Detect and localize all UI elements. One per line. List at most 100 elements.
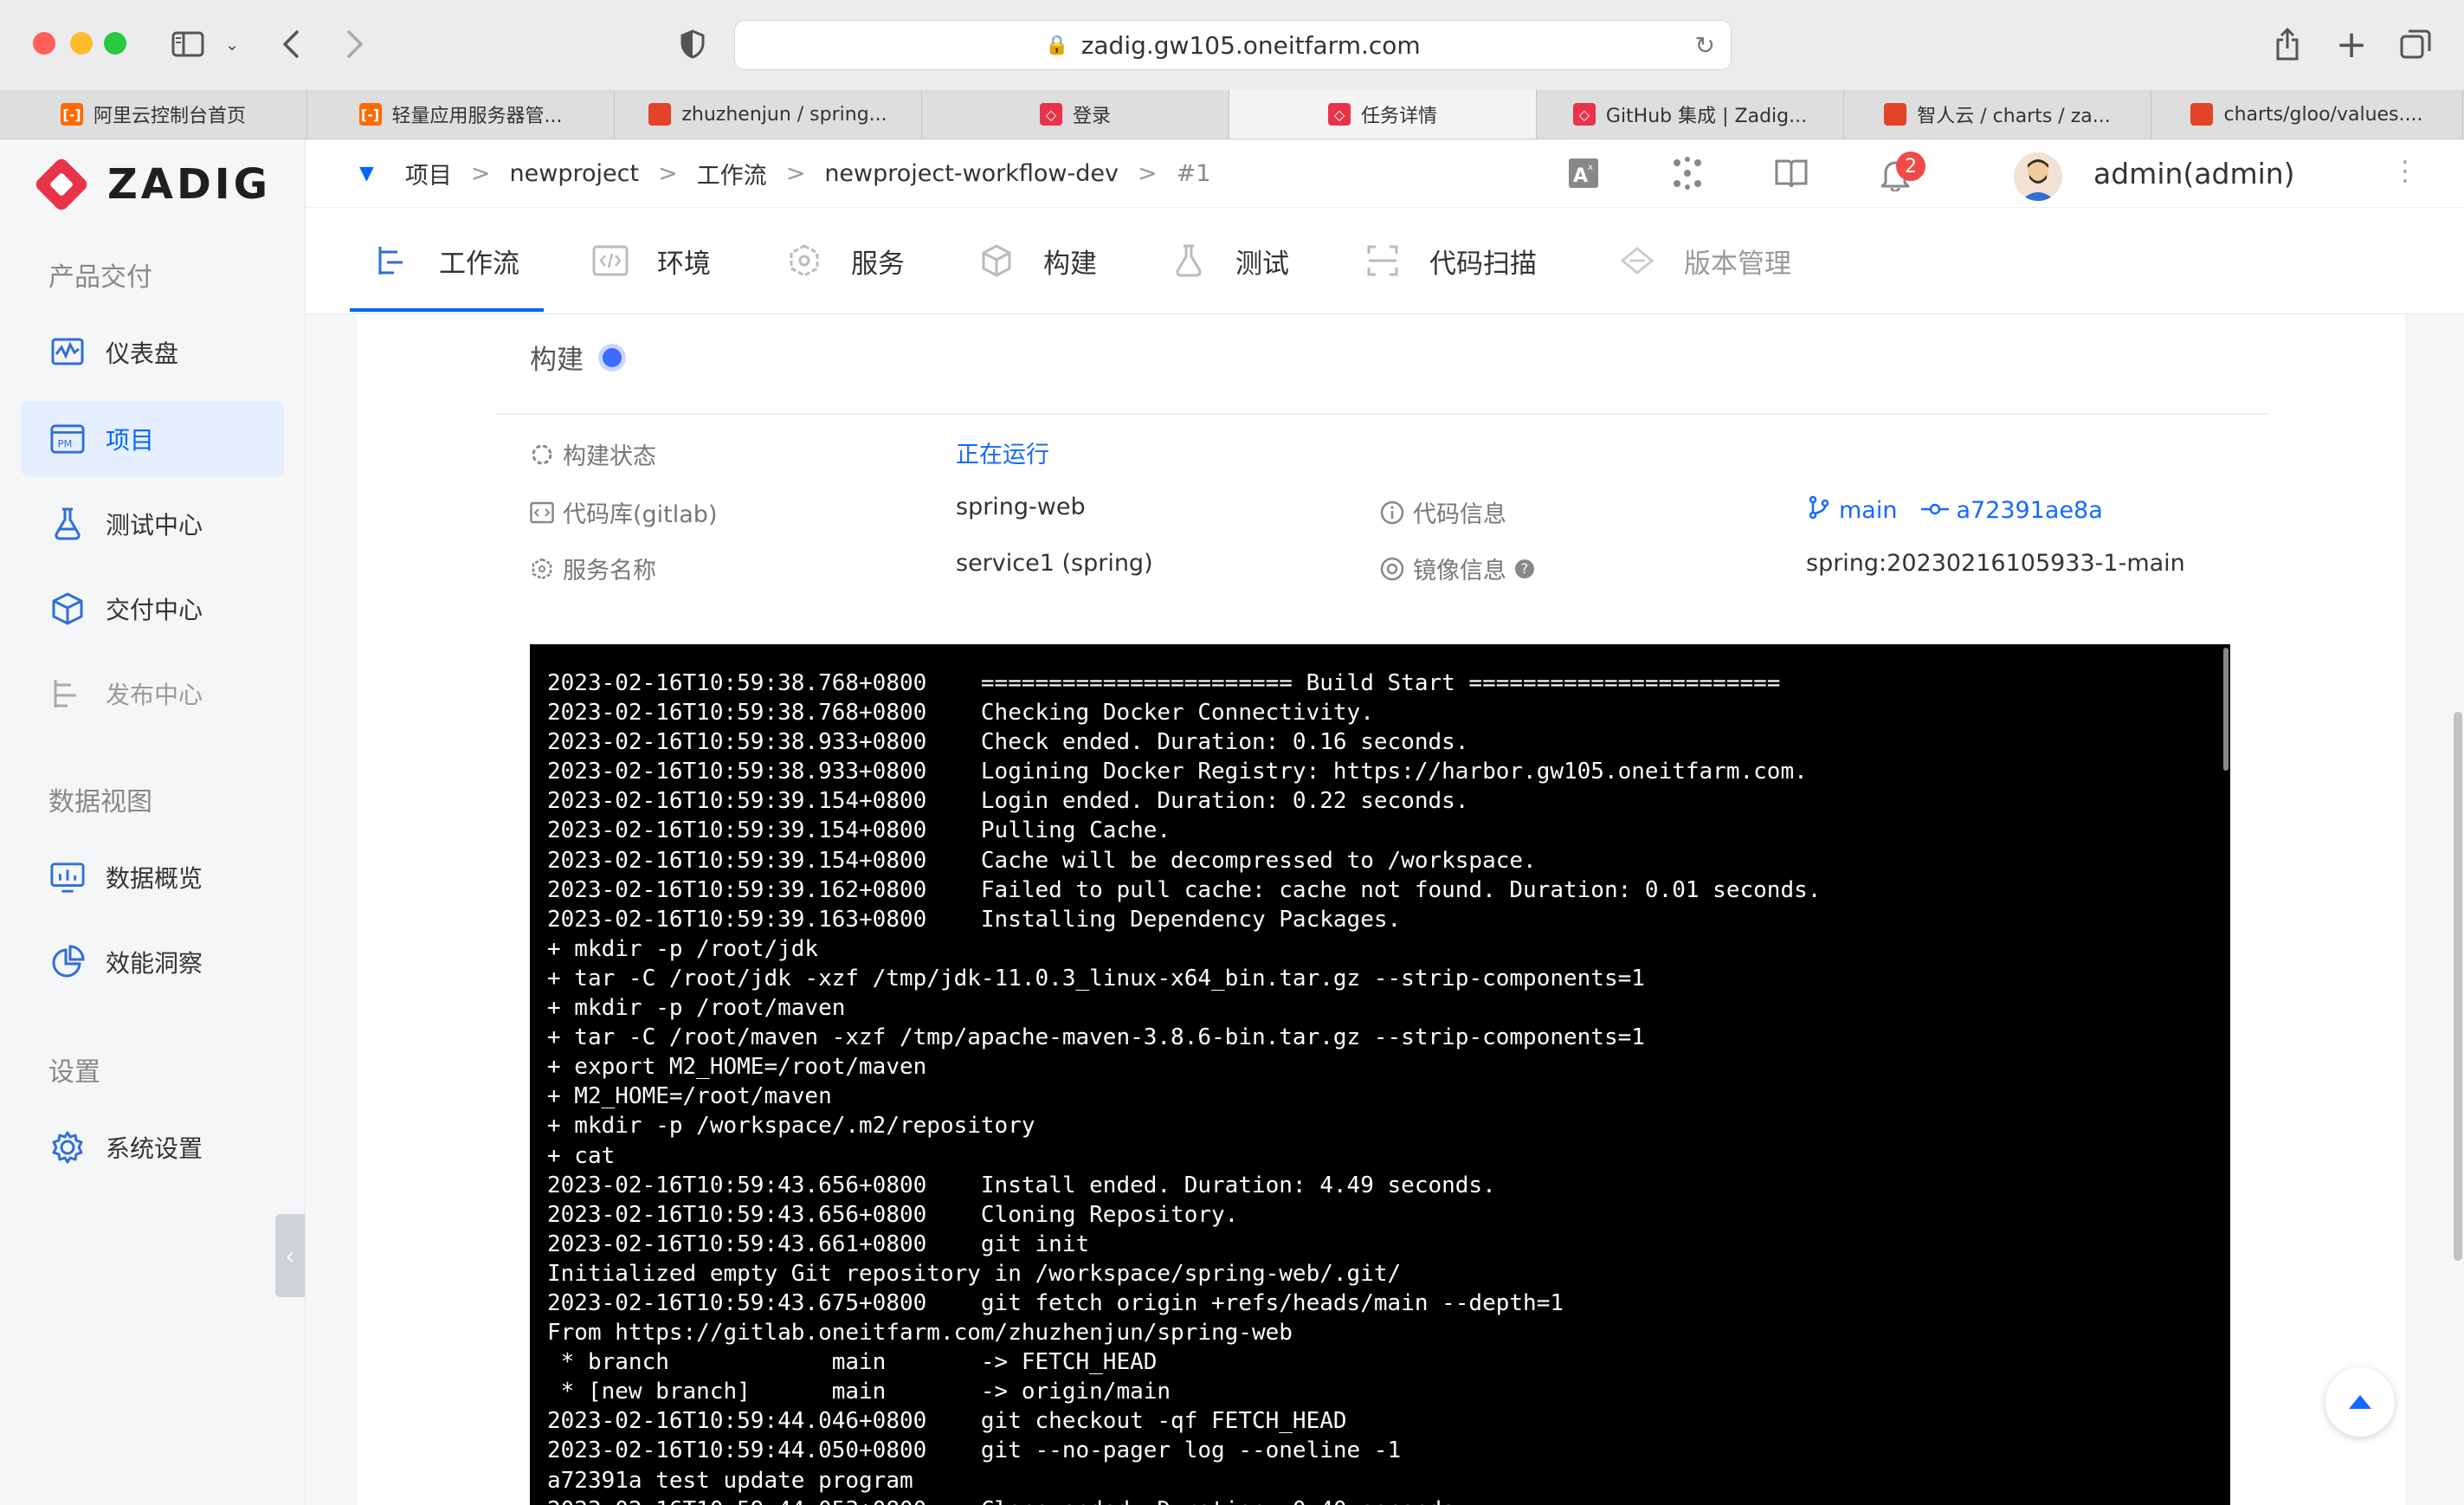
new-tab-icon[interactable]: +	[2332, 21, 2370, 68]
svg-text:x: x	[1588, 163, 1593, 172]
help-icon[interactable]: ?	[1515, 559, 1534, 578]
breadcrumb-item[interactable]: newproject-workflow-dev	[824, 160, 1119, 187]
branch-icon	[1808, 495, 1830, 526]
aliyun-icon: [-]	[60, 103, 83, 126]
tab-test[interactable]: 测试	[1170, 208, 1289, 313]
flask-icon	[50, 507, 85, 541]
sidebar-item-delivery-center[interactable]: 交付中心	[21, 571, 284, 647]
plugin-icon[interactable]	[1669, 155, 1706, 191]
log-line: 2023-02-16T10:59:39.162+0800 Failed to p…	[547, 876, 1822, 903]
tab-environment[interactable]: 环境	[591, 208, 711, 313]
translate-icon[interactable]: Ax	[1565, 155, 1602, 191]
browser-tab[interactable]: [-] 轻量应用服务器管...	[307, 90, 615, 139]
zoom-window-button[interactable]	[104, 32, 126, 55]
svg-text:A: A	[1573, 165, 1588, 187]
more-options-icon[interactable]: ⋮	[2391, 154, 2419, 187]
caret-down-icon[interactable]: ▼	[359, 163, 374, 184]
sidebar-item-project[interactable]: PM 项目	[21, 401, 284, 477]
chevron-left-icon: ‹	[285, 1241, 295, 1270]
sidebar-item-insight[interactable]: 效能洞察	[21, 924, 284, 1000]
address-bar[interactable]: 🔒 zadig.gw105.oneitfarm.com ↻	[734, 20, 1732, 70]
tab-version-management[interactable]: 版本管理	[1618, 208, 1791, 313]
tab-overview-icon[interactable]	[2396, 21, 2435, 68]
commit-id[interactable]: a72391ae8a	[1956, 497, 2102, 524]
sidebar-toggle-icon[interactable]	[166, 21, 210, 68]
info-icon	[1380, 501, 1404, 525]
running-indicator	[603, 347, 622, 367]
branch-name[interactable]: main	[1839, 497, 1897, 524]
zadig-icon: ◇	[1327, 103, 1351, 126]
tab-code-scan[interactable]: 代码扫描	[1364, 208, 1537, 313]
dashboard-icon	[50, 335, 85, 370]
diamond-icon	[1618, 242, 1656, 280]
browser-tab[interactable]: 智人云 / charts / za...	[1844, 90, 2151, 139]
log-line: + export M2_HOME=/root/maven	[547, 1054, 927, 1081]
service-value: service1 (spring)	[956, 550, 1153, 577]
build-status-label: 构建状态	[530, 437, 656, 471]
flask-icon	[1170, 242, 1208, 280]
sidebar-item-system-settings[interactable]: 系统设置	[21, 1109, 284, 1185]
browser-tab-active[interactable]: ◇ 任务详情	[1229, 90, 1537, 139]
breadcrumb-item[interactable]: 工作流	[697, 157, 767, 191]
reload-icon[interactable]: ↻	[1695, 31, 1715, 60]
user-name[interactable]: admin(admin)	[2093, 157, 2295, 191]
tab-service[interactable]: 服务	[785, 208, 905, 313]
sidebar-item-test-center[interactable]: 测试中心	[21, 486, 284, 562]
log-line: 2023-02-16T10:59:44.050+0800 git --no-pa…	[547, 1437, 1402, 1464]
active-tab-indicator	[350, 308, 544, 312]
log-line: 2023-02-16T10:59:38.933+0800 Check ended…	[547, 729, 1469, 756]
close-window-button[interactable]	[33, 32, 55, 55]
tab-workflow[interactable]: 工作流	[373, 208, 519, 313]
url-text: zadig.gw105.oneitfarm.com	[1080, 30, 1421, 60]
log-line: 2023-02-16T10:59:38.933+0800 Logining Do…	[547, 759, 1808, 785]
breadcrumb-item[interactable]: newproject	[510, 160, 640, 187]
docs-icon[interactable]	[1773, 155, 1809, 191]
log-line: 2023-02-16T10:59:43.675+0800 git fetch o…	[547, 1289, 1564, 1316]
back-to-top-button[interactable]	[2325, 1367, 2395, 1437]
share-icon[interactable]	[2268, 21, 2306, 68]
image-value: spring:20230216105933-1-main	[1806, 550, 2185, 577]
log-line: 2023-02-16T10:59:38.768+0800 ===========…	[547, 670, 1781, 696]
back-icon[interactable]	[274, 21, 308, 68]
build-section-title: 构建	[530, 338, 622, 377]
gitlab-icon	[2190, 103, 2214, 126]
minimize-window-button[interactable]	[70, 32, 93, 55]
browser-tab[interactable]: ◇ 登录	[922, 90, 1229, 139]
log-line: 2023-02-16T10:59:43.656+0800 Cloning Rep…	[547, 1201, 1239, 1228]
browser-tab[interactable]: [-] 阿里云控制台首页	[0, 90, 307, 139]
log-line: + tar -C /root/jdk -xzf /tmp/jdk-11.0.3_…	[547, 965, 1645, 991]
breadcrumb: ▼ 项目 > newproject > 工作流 > newproject-wor…	[359, 157, 1210, 191]
sidebar-item-data-overview[interactable]: 数据概览	[21, 839, 284, 915]
forward-icon[interactable]	[338, 21, 372, 68]
breadcrumb-separator: >	[470, 160, 491, 187]
package-icon	[50, 591, 85, 626]
app-sidebar: ZADIG 产品交付 仪表盘 PM 项目 测试中心 交付中心 发布中心 数据视图	[0, 139, 306, 1505]
breadcrumb-separator: >	[1138, 160, 1158, 187]
breadcrumb-separator: >	[785, 160, 806, 187]
collapse-sidebar-button[interactable]: ‹	[275, 1214, 305, 1297]
browser-tab[interactable]: ◇ GitHub 集成 | Zadig...	[1537, 90, 1844, 139]
privacy-shield-icon[interactable]	[675, 21, 710, 68]
zadig-logo[interactable]: ZADIG	[33, 156, 271, 213]
build-log-console[interactable]: 2023-02-16T10:59:38.768+0800 ===========…	[530, 644, 2230, 1505]
sidebar-item-release-center[interactable]: 发布中心	[21, 656, 284, 732]
log-line: + M2_HOME=/root/maven	[547, 1083, 832, 1110]
code-info-value: main a72391ae8a	[1808, 495, 2103, 526]
chevron-down-icon[interactable]: ⌄	[222, 21, 242, 68]
browser-tab[interactable]: zhuzhenjun / spring...	[615, 90, 922, 139]
page-scrollbar[interactable]	[2454, 712, 2462, 1261]
log-line: * branch main -> FETCH_HEAD	[560, 1349, 1158, 1376]
pie-icon	[50, 945, 85, 979]
breadcrumb-item[interactable]: 项目	[405, 157, 452, 191]
log-scrollbar[interactable]	[2223, 648, 2229, 771]
browser-tab-bar: [-] 阿里云控制台首页 [-] 轻量应用服务器管... zhuzhenjun / …	[0, 90, 2464, 139]
tab-build[interactable]: 构建	[977, 208, 1097, 313]
log-line: 2023-02-16T10:59:43.656+0800 Install end…	[547, 1172, 1496, 1198]
sidebar-item-dashboard[interactable]: 仪表盘	[21, 314, 284, 391]
browser-tab[interactable]: charts/gloo/values....	[2151, 90, 2463, 139]
section-title-delivery: 产品交付	[48, 262, 152, 293]
service-icon	[785, 242, 823, 280]
repo-label: 代码库(gitlab)	[530, 495, 717, 529]
zadig-logo-icon	[33, 156, 90, 213]
avatar[interactable]	[2014, 152, 2062, 201]
